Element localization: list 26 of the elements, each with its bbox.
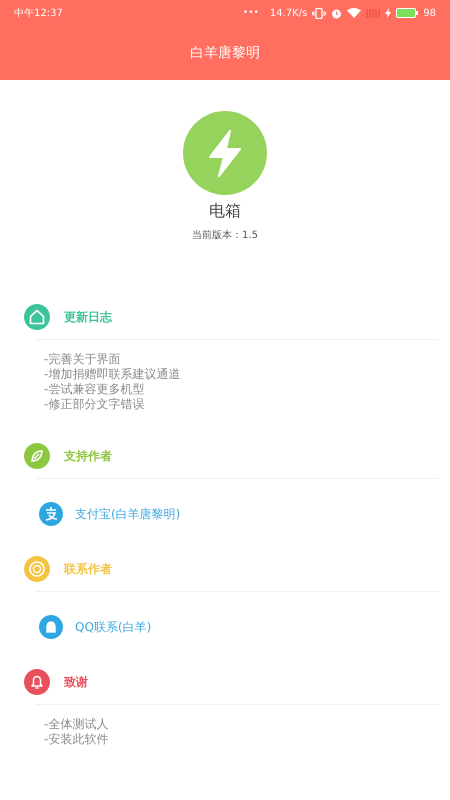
changelog-line: -修正部分文字错误 <box>44 397 146 412</box>
alarm-icon <box>331 8 342 18</box>
charging-icon <box>385 8 392 18</box>
signal-icon <box>366 8 380 18</box>
changelog-line: -完善关于界面 <box>44 352 122 367</box>
page-title: 白羊唐黎明 <box>190 44 260 62</box>
contact-link[interactable]: 支付宝(白羊唐黎明) <box>75 506 180 522</box>
network-speed: 14.7K/s <box>270 8 308 18</box>
battery-icon <box>396 8 418 18</box>
lightning-bolt-icon <box>183 111 267 195</box>
app-name: 电箱 <box>209 201 241 222</box>
status-time: 中午12:37 <box>14 6 63 20</box>
changelog-line: -增加捐赠即联系建议通道 <box>44 367 182 382</box>
battery-level: 98 <box>423 8 436 18</box>
contact-link[interactable]: QQ联系(白羊) <box>75 618 152 636</box>
app-version: 当前版本：1.5 <box>192 228 258 242</box>
section-title: 联系作者 <box>64 560 112 578</box>
section-title: 更新日志 <box>64 308 112 326</box>
vibrate-icon <box>312 8 326 18</box>
changelog-line: -尝试兼容更多机型 <box>44 382 146 397</box>
section-title: 致谢 <box>64 674 88 690</box>
wifi-icon <box>347 8 362 18</box>
more-dots: ••• <box>242 8 259 18</box>
changelog-line: -安装此软件 <box>44 732 110 747</box>
changelog-line: -全体测试人 <box>44 717 110 732</box>
section-title: 支持作者 <box>64 448 112 464</box>
